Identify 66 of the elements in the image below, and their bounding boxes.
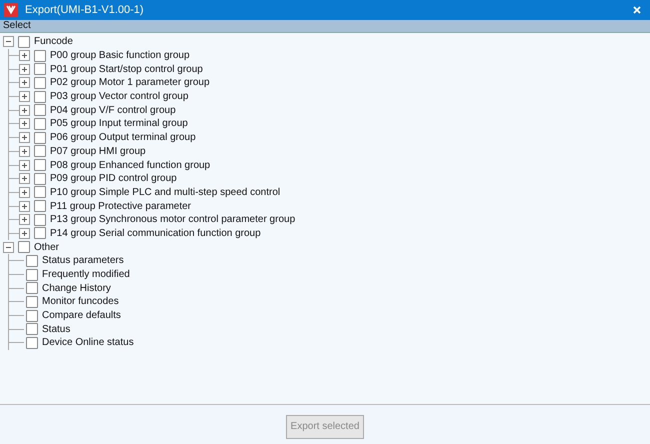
tree-item-label[interactable]: P00 group Basic function group	[50, 50, 190, 62]
checkbox[interactable]	[34, 132, 46, 144]
checkbox[interactable]	[34, 172, 46, 185]
tree-item-label[interactable]: P02 group Motor 1 parameter group	[50, 77, 210, 88]
checkbox[interactable]	[18, 36, 30, 48]
tree-item-label[interactable]: P05 group Input terminal group	[50, 118, 188, 130]
tree-item-label[interactable]: Compare defaults	[42, 310, 121, 322]
tree-item-label[interactable]: Device Online status	[42, 337, 134, 348]
tree-item-label[interactable]: P06 group Output terminal group	[50, 132, 196, 144]
expander-icon[interactable]	[19, 132, 30, 144]
checkbox[interactable]	[34, 145, 46, 158]
expander-icon[interactable]	[19, 186, 30, 198]
tree-item-label[interactable]: P10 group Simple PLC and multi-step speed control	[50, 186, 280, 198]
checkbox[interactable]	[34, 118, 46, 130]
checkbox[interactable]	[26, 282, 38, 294]
checkbox[interactable]	[26, 323, 38, 336]
checkbox[interactable]	[34, 63, 46, 76]
tree-item-label[interactable]: Frequently modified	[42, 269, 130, 280]
window-title: Export(UMI-B1-V1.00-1)	[25, 4, 145, 16]
tree-item-label[interactable]: P11 group Protective parameter	[50, 200, 192, 212]
tree-item-label[interactable]: P09 group PID control group	[50, 173, 177, 184]
checkbox[interactable]	[34, 76, 46, 89]
checkbox[interactable]	[34, 50, 46, 62]
expander-icon[interactable]	[19, 50, 30, 62]
tree-item-label[interactable]: Monitor funcodes	[42, 296, 119, 308]
expander-icon[interactable]	[19, 91, 30, 102]
checkbox[interactable]	[34, 90, 46, 103]
checkbox[interactable]	[26, 336, 38, 349]
tree-item-label[interactable]: Change History	[42, 282, 111, 294]
tree-item-label[interactable]: P01 group Start/stop control group	[50, 64, 203, 75]
checkbox[interactable]	[18, 241, 30, 254]
expander-icon[interactable]	[3, 36, 14, 48]
expander-icon[interactable]	[19, 118, 30, 130]
tree-item-label[interactable]: P03 group Vector control group	[50, 91, 188, 102]
tree-item-label[interactable]: P08 group Enhanced function group	[50, 160, 210, 171]
expander-icon[interactable]	[19, 104, 30, 116]
expander-icon[interactable]	[19, 160, 30, 171]
tree-item-label[interactable]: P14 group Serial communication function group	[50, 228, 261, 239]
checkbox[interactable]	[34, 104, 46, 116]
tree-item-label[interactable]: Status parameters	[42, 255, 124, 266]
expander-icon[interactable]	[19, 146, 30, 157]
checkbox[interactable]	[34, 186, 46, 198]
tree-item-label[interactable]: Status	[42, 324, 70, 335]
column-header: Select	[0, 20, 650, 33]
checkbox[interactable]	[26, 296, 38, 308]
expander-icon[interactable]	[19, 200, 30, 212]
close-icon[interactable]	[633, 6, 641, 14]
checkbox[interactable]	[34, 200, 46, 212]
expander-icon[interactable]	[19, 77, 30, 88]
expander-icon[interactable]	[19, 173, 30, 184]
expander-icon[interactable]	[19, 64, 30, 75]
tree-item-label[interactable]: P13 group Synchronous motor control parameter group	[50, 214, 296, 226]
tree-item-label[interactable]: Other	[34, 242, 60, 253]
tree-item-label[interactable]: P04 group V/F control group	[50, 104, 176, 116]
checkbox[interactable]	[34, 159, 46, 172]
tree-item-label[interactable]: P07 group HMI group	[50, 146, 146, 157]
checkbox[interactable]	[26, 254, 38, 267]
checkbox[interactable]	[34, 227, 46, 240]
expander-icon[interactable]	[19, 228, 30, 239]
checkbox[interactable]	[26, 268, 38, 281]
tree-item-label[interactable]: Funcode	[34, 36, 73, 48]
expander-icon[interactable]	[3, 242, 14, 253]
checkbox[interactable]	[34, 214, 46, 226]
expander-icon[interactable]	[19, 214, 30, 226]
app-logo-icon	[4, 3, 18, 17]
checkbox[interactable]	[26, 310, 38, 322]
